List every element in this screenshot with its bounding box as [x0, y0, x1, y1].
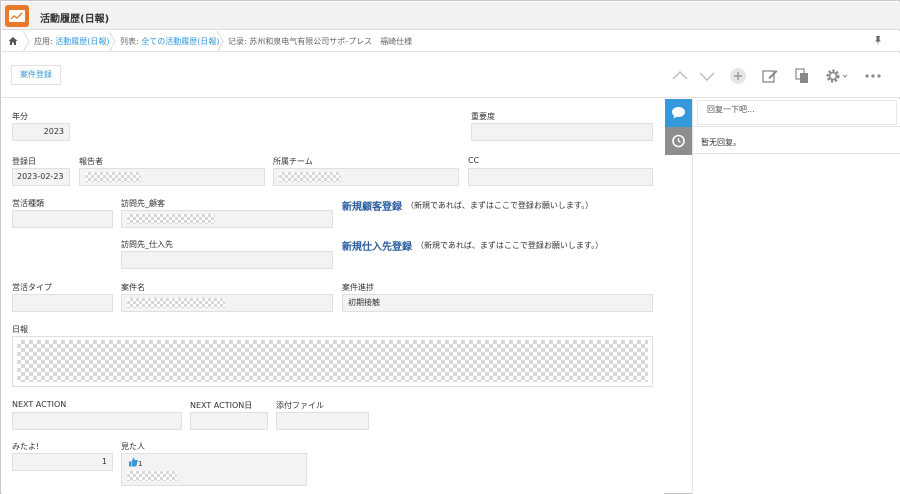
case-name-field: [121, 294, 333, 312]
redacted-mask: [127, 213, 215, 224]
daily-report-field: [12, 336, 653, 387]
new-supplier-note: （新規であれば、まずはここで登録お願いします。）: [416, 241, 604, 250]
activity-type-label: 営活タイプ: [12, 283, 52, 292]
comment-panel: 回复一下吧... 暂无回复。: [692, 99, 900, 494]
viewers-field: 1: [121, 453, 307, 486]
case-progress-label: 案件進捗: [342, 283, 374, 292]
redacted-mask: [279, 171, 341, 182]
tab-comments[interactable]: [665, 99, 692, 127]
app-frame: 活動履歴(日報) 应用: 活動履歴(日報) 列表: 全ての活動履歴(日報) 记录…: [0, 0, 900, 494]
breadcrumb-app: 应用: 活動履歴(日報): [34, 36, 110, 47]
next-action-field: [12, 412, 182, 430]
breadcrumb-list-prefix: 列表:: [120, 37, 142, 46]
cc-field: [468, 168, 653, 186]
mitayo-field: 1: [12, 453, 113, 471]
home-icon[interactable]: [8, 36, 18, 46]
record-form: 年分 2023 重要度 登録日 2023-02-23 報告者 所属チーム CC …: [2, 99, 664, 494]
breadcrumb-app-link[interactable]: 活動履歴(日報): [55, 37, 109, 46]
daily-report-label: 日報: [12, 325, 28, 334]
breadcrumb-separator-icon: [22, 31, 30, 52]
breadcrumb-record: 记录: 苏州和泉电气有限公司サポ-プレス 福崎仕様: [228, 37, 413, 46]
reporter-field: [79, 168, 265, 186]
year-field: 2023: [12, 123, 70, 141]
chevron-down-icon[interactable]: [698, 67, 716, 85]
next-action-label: NEXT ACTION: [12, 400, 67, 409]
tab-history[interactable]: [665, 127, 692, 155]
new-customer-note: （新規であれば、まずはここで登録お願いします。）: [406, 201, 594, 210]
new-supplier-register-link[interactable]: 新規仕入先登録: [342, 238, 412, 253]
breadcrumb-separator-icon: [216, 31, 224, 52]
case-progress-field: 初期接触: [342, 294, 653, 312]
like-count: 1: [138, 460, 143, 468]
mitayo-label: みたよ!: [12, 442, 40, 451]
case-name-label: 案件名: [121, 283, 145, 292]
redacted-mask: [17, 340, 648, 382]
visit-customer-label: 訪問先_顧客: [121, 199, 165, 208]
comment-empty-text: 暂无回复。: [693, 128, 900, 154]
app-icon: [5, 5, 29, 27]
attachment-field: [276, 412, 369, 430]
year-label: 年分: [12, 112, 28, 121]
plus-icon[interactable]: [729, 67, 747, 85]
edit-icon[interactable]: [761, 67, 779, 85]
app-title: 活動履歴(日報): [40, 14, 110, 25]
reg-date-label: 登録日: [12, 157, 36, 166]
breadcrumb: 应用: 活動履歴(日報) 列表: 全ての活動履歴(日報) 记录: 苏州和泉电气有…: [2, 31, 900, 52]
sales-type-label: 営活種類: [12, 199, 44, 208]
importance-field: [471, 123, 653, 141]
next-action-date-field: [190, 412, 268, 430]
visit-customer-field: [121, 210, 333, 228]
viewers-label: 見た人: [121, 442, 145, 451]
reg-date-field: 2023-02-23: [12, 168, 70, 186]
reporter-label: 報告者: [79, 157, 103, 166]
pin-icon[interactable]: [874, 36, 882, 46]
activity-type-field: [12, 294, 113, 312]
redacted-mask: [127, 471, 177, 481]
team-field: [273, 168, 459, 186]
team-label: 所属チーム: [273, 157, 313, 166]
redacted-mask: [85, 171, 141, 182]
gear-icon[interactable]: [824, 67, 848, 85]
cc-label: CC: [468, 156, 480, 165]
sales-type-field: [12, 210, 113, 228]
comment-input-area: 回复一下吧...: [693, 99, 900, 127]
copy-icon[interactable]: [793, 67, 811, 85]
comment-icon: [672, 107, 685, 119]
more-icon[interactable]: [864, 67, 882, 85]
breadcrumb-list-link[interactable]: 全ての活動履歴(日報): [141, 37, 219, 46]
chevron-up-icon[interactable]: [671, 67, 689, 85]
toolbar: 案件登録: [2, 53, 900, 98]
thumbs-up-icon[interactable]: [128, 457, 138, 467]
visit-supplier-label: 訪問先_仕入先: [121, 240, 173, 249]
new-customer-register-link[interactable]: 新規顧客登録: [342, 198, 402, 213]
comment-input[interactable]: 回复一下吧...: [707, 105, 755, 114]
breadcrumb-separator-icon: [108, 31, 116, 52]
redacted-mask: [127, 297, 225, 308]
title-bar: 活動履歴(日報): [2, 2, 900, 30]
breadcrumb-list: 列表: 全ての活動履歴(日報): [120, 36, 220, 47]
case-register-button[interactable]: 案件登録: [11, 65, 61, 85]
visit-supplier-field: [121, 251, 333, 269]
breadcrumb-app-prefix: 应用:: [34, 37, 56, 46]
attachment-label: 添付ファイル: [276, 401, 324, 410]
history-icon: [672, 134, 685, 148]
next-action-date-label: NEXT ACTION日: [190, 401, 253, 410]
importance-label: 重要度: [471, 112, 495, 121]
